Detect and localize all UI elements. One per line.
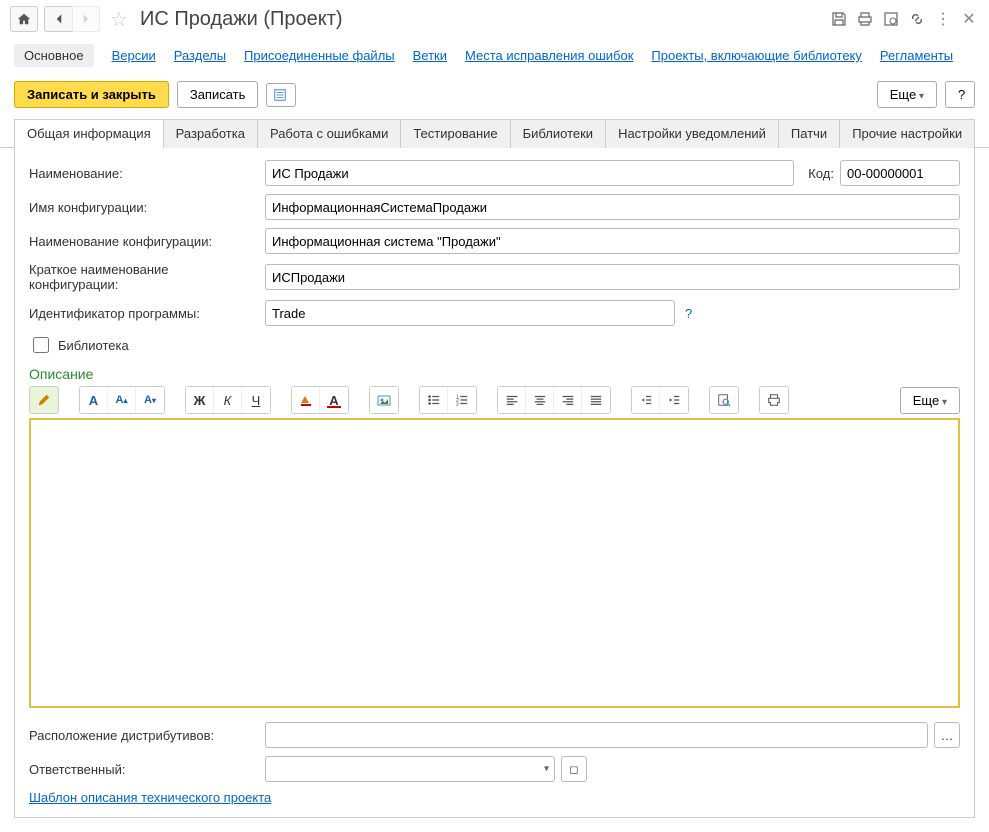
- report-icon[interactable]: [881, 9, 901, 29]
- config-name-input[interactable]: [265, 194, 960, 220]
- description-heading: Описание: [29, 366, 960, 382]
- page-title: ИС Продажи (Проект): [140, 8, 343, 31]
- tab-testing[interactable]: Тестирование: [400, 119, 510, 148]
- config-short-input[interactable]: [265, 264, 960, 290]
- svg-text:3: 3: [456, 401, 459, 407]
- forward-button[interactable]: [72, 6, 100, 32]
- config-name-label: Имя конфигурации:: [29, 200, 259, 215]
- config-short-label: Краткое наименование конфигурации:: [29, 262, 259, 292]
- more-button[interactable]: Еще: [877, 81, 937, 108]
- tab-bug-handling[interactable]: Работа с ошибками: [257, 119, 401, 148]
- list-view-button[interactable]: [266, 83, 296, 107]
- insert-picture-icon[interactable]: [370, 387, 398, 413]
- save-button[interactable]: Записать: [177, 81, 259, 108]
- nav-link-bug-places[interactable]: Места исправления ошибок: [465, 48, 633, 63]
- font-decrease-icon[interactable]: A▾: [136, 387, 164, 413]
- description-editor[interactable]: [29, 418, 960, 708]
- form-tabs: Общая информация Разработка Работа с оши…: [0, 118, 989, 148]
- nav-link-attached-files[interactable]: Присоединенные файлы: [244, 48, 395, 63]
- align-justify-icon[interactable]: [582, 387, 610, 413]
- tab-other-settings[interactable]: Прочие настройки: [839, 119, 975, 148]
- config-title-input[interactable]: [265, 228, 960, 254]
- nav-link-branches[interactable]: Ветки: [413, 48, 447, 63]
- save-disk-icon[interactable]: [829, 9, 849, 29]
- distrib-label: Расположение дистрибутивов:: [29, 728, 259, 743]
- link-icon[interactable]: [907, 9, 927, 29]
- edit-mode-icon[interactable]: [30, 387, 58, 413]
- editor-more-button[interactable]: Еще: [900, 387, 960, 414]
- prog-id-input[interactable]: [265, 300, 675, 326]
- align-left-icon[interactable]: [498, 387, 526, 413]
- nav-link-projects-using-lib[interactable]: Проекты, включающие библиотеку: [651, 48, 861, 63]
- responsible-input[interactable]: [265, 756, 555, 782]
- tab-patches[interactable]: Патчи: [778, 119, 840, 148]
- nav-link-versions[interactable]: Версии: [112, 48, 156, 63]
- nav-tab-main[interactable]: Основное: [14, 44, 94, 67]
- tab-notifications[interactable]: Настройки уведомлений: [605, 119, 779, 148]
- editor-toolbar: A A▴ A▾ Ж К Ч A 123: [29, 386, 960, 414]
- name-label: Наименование:: [29, 166, 259, 181]
- code-label: Код:: [808, 166, 834, 181]
- nav-link-regulations[interactable]: Регламенты: [880, 48, 953, 63]
- bullet-list-icon[interactable]: [420, 387, 448, 413]
- tab-development[interactable]: Разработка: [163, 119, 258, 148]
- underline-icon[interactable]: Ч: [242, 387, 270, 413]
- increase-indent-icon[interactable]: [660, 387, 688, 413]
- responsible-open-button[interactable]: ◻: [561, 756, 587, 782]
- responsible-label: Ответственный:: [29, 762, 259, 777]
- highlight-color-icon[interactable]: [292, 387, 320, 413]
- tab-general-info[interactable]: Общая информация: [14, 119, 164, 148]
- name-input[interactable]: [265, 160, 794, 186]
- back-button[interactable]: [44, 6, 72, 32]
- code-input[interactable]: [840, 160, 960, 186]
- help-button[interactable]: ?: [945, 81, 975, 108]
- align-center-icon[interactable]: [526, 387, 554, 413]
- favorite-star-icon[interactable]: ☆: [110, 7, 128, 32]
- nav-link-sections[interactable]: Разделы: [174, 48, 226, 63]
- bold-icon[interactable]: Ж: [186, 387, 214, 413]
- editor-print-icon[interactable]: [760, 387, 788, 413]
- window-toolbar: ☆ ИС Продажи (Проект) ⋮ ✕: [0, 0, 989, 38]
- print-icon[interactable]: [855, 9, 875, 29]
- prog-id-help-icon[interactable]: ?: [685, 306, 692, 321]
- distrib-input[interactable]: [265, 722, 928, 748]
- library-label: Библиотека: [58, 338, 129, 353]
- form-body: Наименование: Код: Имя конфигурации: Наи…: [14, 148, 975, 818]
- more-menu-icon[interactable]: ⋮: [933, 9, 953, 29]
- distrib-browse-button[interactable]: …: [934, 722, 960, 748]
- align-right-icon[interactable]: [554, 387, 582, 413]
- font-icon[interactable]: A: [80, 387, 108, 413]
- italic-icon[interactable]: К: [214, 387, 242, 413]
- nav-group: [44, 6, 100, 32]
- section-nav: Основное Версии Разделы Присоединенные ф…: [0, 38, 989, 77]
- home-button[interactable]: [10, 6, 38, 32]
- library-checkbox[interactable]: [33, 337, 49, 353]
- decrease-indent-icon[interactable]: [632, 387, 660, 413]
- action-bar: Записать и закрыть Записать Еще ?: [0, 77, 989, 118]
- text-color-icon[interactable]: A: [320, 387, 348, 413]
- font-increase-icon[interactable]: A▴: [108, 387, 136, 413]
- numbered-list-icon[interactable]: 123: [448, 387, 476, 413]
- close-icon[interactable]: ✕: [959, 9, 979, 29]
- save-and-close-button[interactable]: Записать и закрыть: [14, 81, 169, 108]
- prog-id-label: Идентификатор программы:: [29, 306, 259, 321]
- tab-libraries[interactable]: Библиотеки: [510, 119, 606, 148]
- template-link[interactable]: Шаблон описания технического проекта: [29, 790, 271, 805]
- find-icon[interactable]: [710, 387, 738, 413]
- config-title-label: Наименование конфигурации:: [29, 234, 259, 249]
